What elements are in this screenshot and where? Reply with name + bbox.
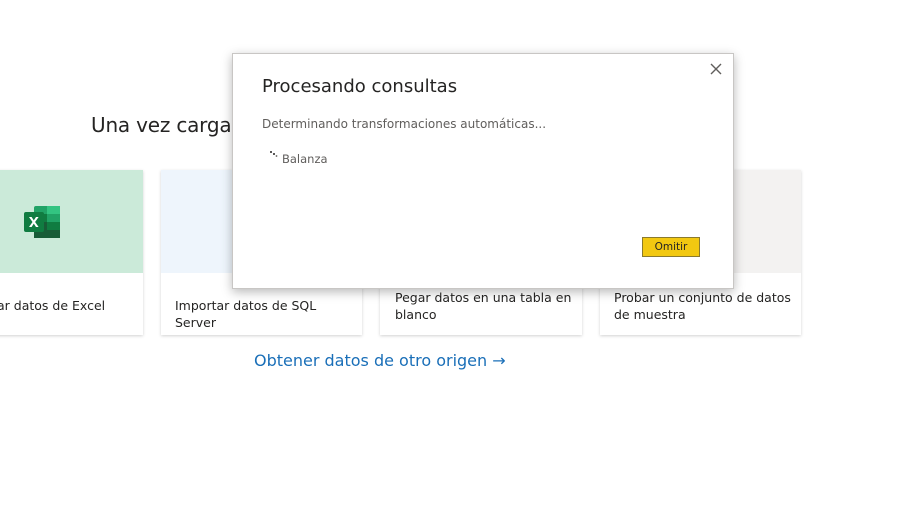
excel-icon — [24, 206, 60, 238]
card-label: Pegar datos en una tabla en blanco — [395, 290, 572, 322]
card-label: ar datos de Excel — [0, 298, 106, 313]
skip-button[interactable]: Omitir — [642, 237, 700, 257]
card-import-excel[interactable]: ar datos de Excel — [0, 170, 143, 335]
query-name: Balanza — [282, 152, 328, 166]
other-source-link[interactable]: Obtener datos de otro origen → — [254, 351, 506, 370]
loading-spinner-icon — [270, 151, 278, 157]
processing-queries-dialog: Procesando consultas Determinando transf… — [232, 53, 734, 289]
page: Una vez cargad ar datos de Excel Importa… — [0, 0, 914, 531]
card-label: Probar un conjunto de datos de muestra — [614, 290, 791, 322]
dialog-title: Procesando consultas — [262, 76, 458, 97]
card-label: Importar datos de SQL Server — [175, 298, 317, 330]
section-heading: Una vez cargad — [91, 113, 244, 137]
dialog-status-text: Determinando transformaciones automática… — [262, 117, 547, 131]
close-icon[interactable] — [707, 60, 725, 78]
card-band — [0, 170, 143, 273]
